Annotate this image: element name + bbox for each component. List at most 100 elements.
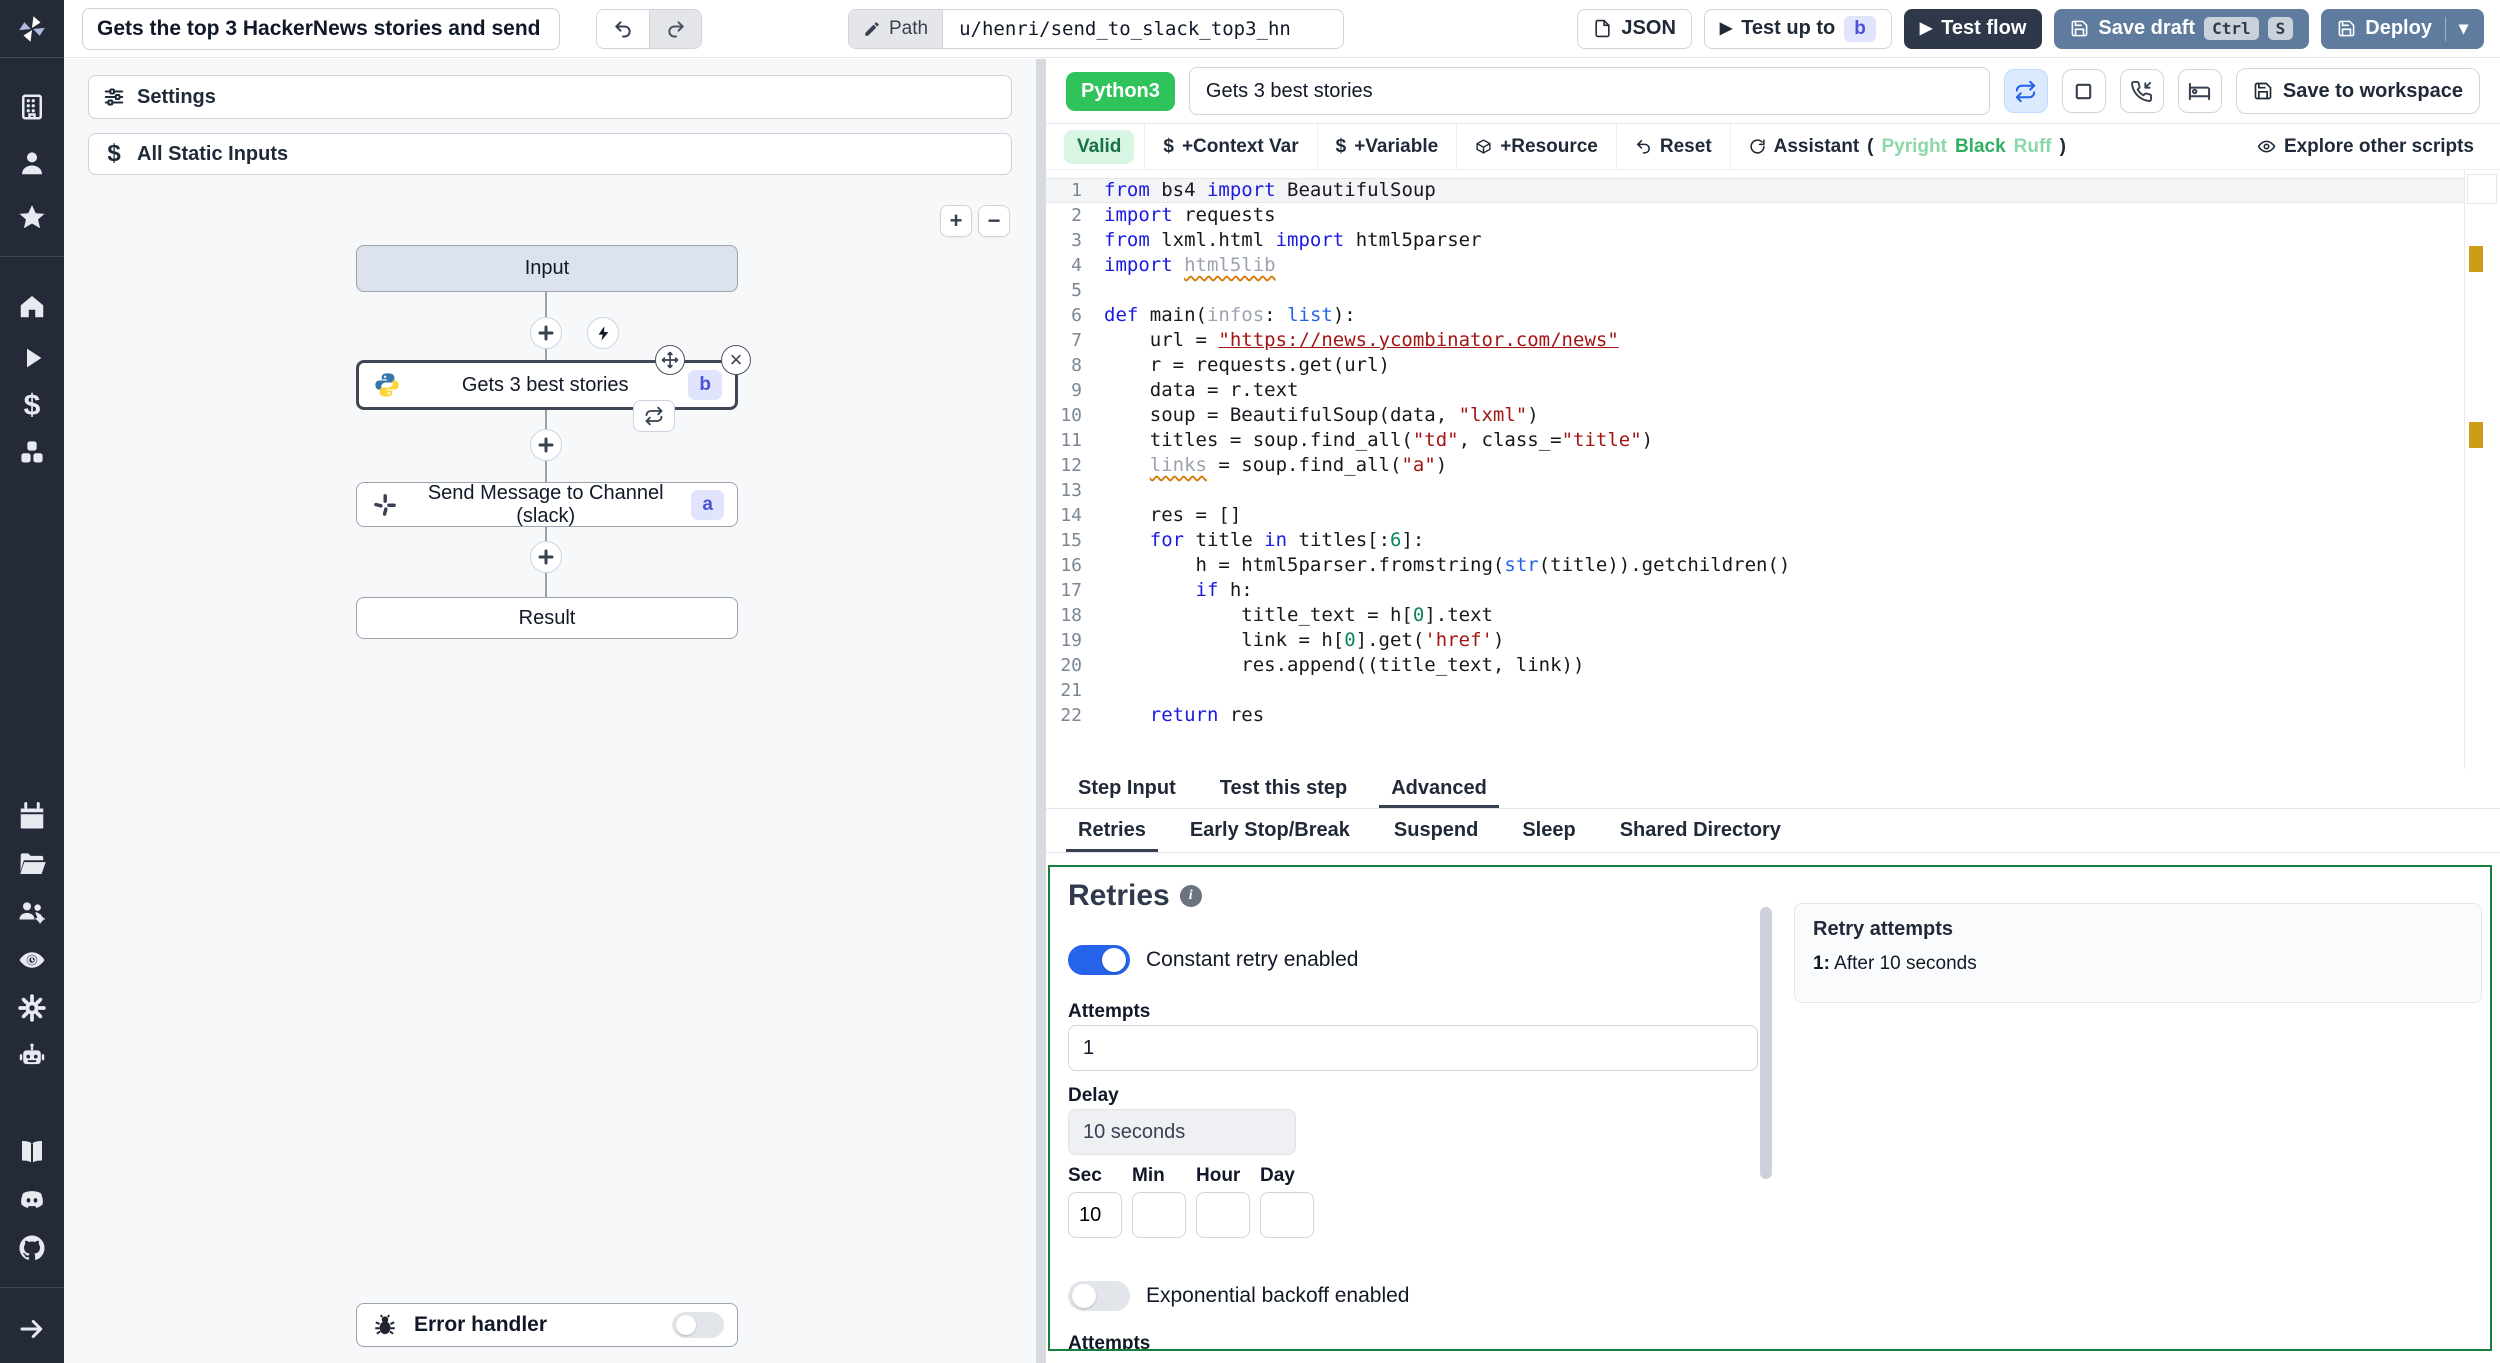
edit-path-button[interactable]: Path: [849, 9, 944, 48]
info-icon[interactable]: i: [1179, 885, 1202, 907]
sec-input[interactable]: [1068, 1192, 1122, 1238]
path-value[interactable]: u/henri/send_to_slack_top3_hn: [943, 10, 1343, 48]
sleep-button[interactable]: [2177, 69, 2222, 113]
close-icon: ×: [729, 347, 743, 372]
phone-incoming-icon: [2131, 80, 2153, 102]
zoom-in-button[interactable]: +: [940, 205, 972, 237]
min-input[interactable]: [1132, 1192, 1186, 1238]
flow-node-result[interactable]: Result: [356, 597, 738, 639]
redo-button[interactable]: [649, 9, 701, 48]
language-badge: Python3: [1066, 71, 1175, 111]
script-header: Python3 Save to workspace: [1046, 59, 2500, 123]
tab-early-stop-break[interactable]: Early Stop/Break: [1168, 809, 1372, 852]
move-step-button[interactable]: [655, 345, 685, 375]
save-draft-button[interactable]: Save draft Ctrl S: [2054, 8, 2310, 49]
day-input[interactable]: [1260, 1192, 1314, 1238]
dollar-icon: $: [107, 140, 121, 167]
collapse-arrow-icon[interactable]: [17, 1314, 47, 1344]
discord-icon[interactable]: [17, 1185, 47, 1215]
folders-icon[interactable]: [17, 849, 47, 879]
test-up-to-button[interactable]: ▶ Test up to b: [1703, 8, 1892, 49]
tab-shared-directory[interactable]: Shared Directory: [1598, 809, 1803, 852]
panel-splitter[interactable]: [1036, 59, 1046, 1363]
advanced-tabs: Retries Early Stop/Break Suspend Sleep S…: [1046, 809, 2500, 853]
save-icon: [2071, 20, 2088, 37]
insert-step-button[interactable]: [530, 541, 562, 573]
retry-indicator-button[interactable]: [633, 400, 675, 432]
chevron-down-icon[interactable]: ▾: [2459, 18, 2468, 39]
tab-retries[interactable]: Retries: [1056, 809, 1168, 852]
zoom-out-button[interactable]: −: [978, 205, 1010, 237]
attempts-label-2: Attempts: [1068, 1333, 1151, 1351]
tool-pyright: Pyright: [1881, 135, 1947, 157]
retries-title: Retries i: [1068, 879, 1202, 913]
workspace-icon[interactable]: [17, 92, 47, 122]
flow-title-input[interactable]: [82, 7, 560, 50]
json-button[interactable]: JSON: [1577, 8, 1692, 49]
retry-attempt-item: 1: After 10 seconds: [1813, 953, 1977, 974]
add-variable-button[interactable]: $ +Variable: [1318, 124, 1458, 169]
explore-other-scripts-button[interactable]: Explore other scripts: [2237, 124, 2494, 169]
bed-icon: [2189, 82, 2211, 100]
reset-button[interactable]: Reset: [1617, 124, 1731, 169]
groups-users-icon[interactable]: [17, 897, 47, 927]
error-handler-node[interactable]: Error handler: [356, 1303, 738, 1347]
retries-toggle-button[interactable]: [2003, 69, 2048, 113]
scrollbar-thumb[interactable]: [1760, 907, 1772, 1179]
constant-retry-toggle[interactable]: [1068, 945, 1130, 975]
test-flow-button[interactable]: ▶ Test flow: [1903, 8, 2043, 49]
trigger-bolt-button[interactable]: [587, 317, 619, 349]
runs-play-icon[interactable]: [17, 343, 47, 373]
code-editor[interactable]: 1 from bs4 import BeautifulSoup 2 import re…: [1046, 169, 2500, 769]
attempts-input[interactable]: [1068, 1025, 1758, 1071]
assistant-status[interactable]: Assistant ( Pyright Black Ruff ): [1731, 124, 2084, 169]
tab-step-input[interactable]: Step Input: [1056, 769, 1198, 808]
tab-sleep[interactable]: Sleep: [1500, 809, 1597, 852]
minimap-box: [2467, 174, 2497, 204]
tab-test-this-step[interactable]: Test this step: [1198, 769, 1369, 808]
delete-step-button[interactable]: ×: [721, 345, 751, 375]
variables-dollar-icon[interactable]: $: [17, 391, 47, 421]
settings-gear-icon[interactable]: [17, 993, 47, 1023]
audit-logs-eye-icon[interactable]: [17, 945, 47, 975]
insert-step-button[interactable]: [530, 429, 562, 461]
eye-icon: [2257, 140, 2276, 153]
suspend-approval-button[interactable]: [2119, 69, 2164, 113]
home-icon[interactable]: [17, 291, 47, 321]
save-to-workspace-button[interactable]: Save to workspace: [2235, 68, 2480, 114]
reset-icon: [1636, 140, 1650, 154]
tab-advanced[interactable]: Advanced: [1369, 769, 1509, 808]
error-handler-toggle[interactable]: [672, 1312, 724, 1338]
hour-input[interactable]: [1196, 1192, 1250, 1238]
github-icon[interactable]: [17, 1233, 47, 1263]
dollar-icon: $: [1163, 135, 1174, 157]
early-stop-button[interactable]: [2061, 69, 2106, 113]
deploy-button[interactable]: Deploy ▾: [2321, 8, 2484, 49]
resources-boxes-icon[interactable]: [17, 437, 47, 467]
flow-settings-button[interactable]: Settings: [88, 75, 1012, 119]
tab-suspend[interactable]: Suspend: [1372, 809, 1500, 852]
add-context-var-button[interactable]: $ +Context Var: [1145, 124, 1318, 169]
tool-black: Black: [1954, 135, 2006, 157]
retries-section: Retries i Constant retry enabled Attempt…: [1046, 853, 2500, 1363]
flow-panel: Settings $ All Static Inputs + − Input G…: [64, 59, 1036, 1363]
insert-step-button[interactable]: [530, 317, 562, 349]
workers-robot-icon[interactable]: [17, 1041, 47, 1071]
docs-book-icon[interactable]: [17, 1137, 47, 1167]
all-static-inputs-button[interactable]: $ All Static Inputs: [88, 133, 1012, 175]
favorites-star-icon[interactable]: [17, 202, 47, 232]
save-icon: [2254, 82, 2272, 100]
delay-time-grid: Sec Min Hour Day: [1068, 1165, 1314, 1238]
save-icon: [2338, 20, 2355, 37]
editor-overview-ruler[interactable]: [2464, 170, 2500, 769]
user-icon[interactable]: [17, 148, 47, 178]
exponential-backoff-toggle[interactable]: [1068, 1281, 1130, 1311]
windmill-logo-icon[interactable]: [0, 0, 64, 58]
undo-button[interactable]: [597, 9, 649, 48]
kbd-ctrl: Ctrl: [2204, 17, 2259, 40]
step-name-input[interactable]: [1188, 67, 1990, 115]
flow-node-input[interactable]: Input: [356, 245, 738, 292]
flow-node-step-a[interactable]: Send Message to Channel (slack) a: [356, 482, 738, 527]
schedules-calendar-icon[interactable]: [17, 801, 47, 831]
add-resource-button[interactable]: +Resource: [1457, 124, 1617, 169]
